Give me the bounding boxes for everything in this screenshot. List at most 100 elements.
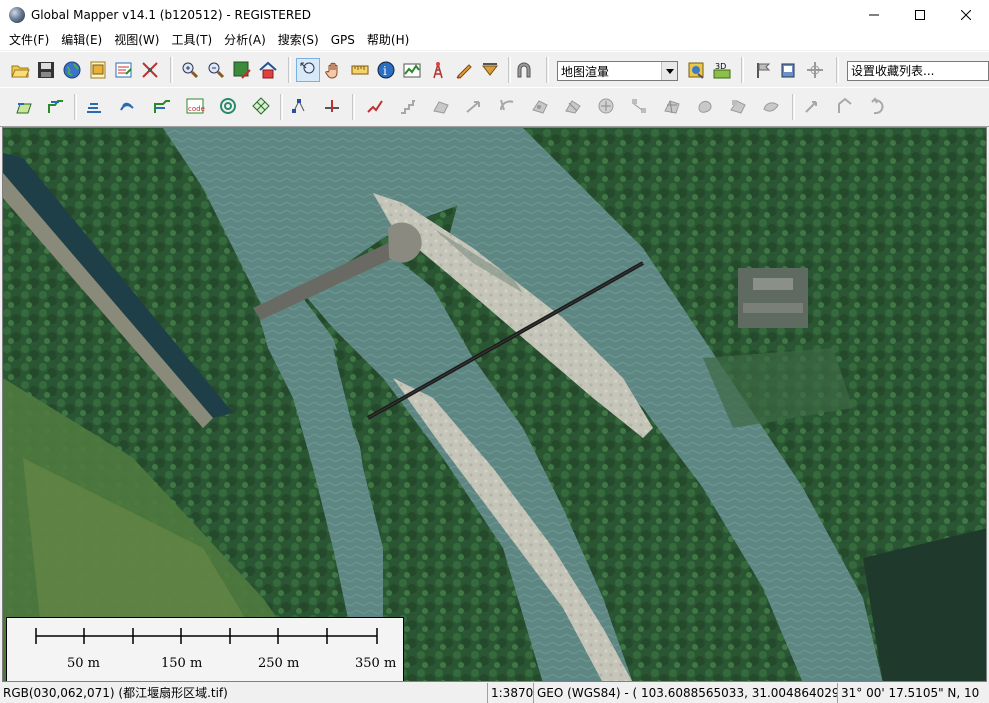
arch-button[interactable] <box>512 58 536 82</box>
filter-icon <box>481 63 499 76</box>
disabled-tool-7[interactable] <box>594 94 618 118</box>
globe-button[interactable] <box>60 58 84 82</box>
scale-bar: 50 m 150 m 250 m 350 m <box>6 617 404 681</box>
disabled-tool-3[interactable] <box>462 94 486 118</box>
menu-gps[interactable]: GPS <box>325 30 361 50</box>
title-bar: Global Mapper v14.1 (b120512) - REGISTER… <box>0 0 989 30</box>
scale-ratio: 1:3870 <box>488 683 534 703</box>
disabled-tool-11[interactable] <box>726 94 750 118</box>
disabled-tool-5[interactable] <box>528 94 552 118</box>
zoom-in-icon <box>182 62 199 79</box>
save-button[interactable] <box>34 58 58 82</box>
toolbar-separator <box>288 57 291 83</box>
toolbar-separator <box>792 94 795 120</box>
scale-label-150: 150 m <box>161 656 203 671</box>
merge-icon <box>532 100 548 114</box>
window-controls <box>851 0 989 30</box>
minimize-button[interactable] <box>851 0 897 30</box>
watershed-button[interactable] <box>115 94 139 118</box>
menu-tools[interactable]: 工具(T) <box>165 30 218 50</box>
zoom-tool-button[interactable] <box>296 58 320 82</box>
crosshair-button[interactable] <box>803 58 827 82</box>
map-catalog-button[interactable] <box>86 58 110 82</box>
menu-file[interactable]: 文件(F) <box>3 30 55 50</box>
create-line-button[interactable] <box>44 94 68 118</box>
flag-button[interactable] <box>751 58 775 82</box>
measure-button[interactable] <box>348 58 372 82</box>
home-button[interactable] <box>256 58 280 82</box>
vertex-button[interactable] <box>287 94 311 118</box>
path-icon <box>367 100 383 113</box>
create-elevation-button[interactable] <box>150 94 174 118</box>
globe-icon <box>63 61 81 79</box>
vertex-icon <box>292 99 305 113</box>
zoom-in-button[interactable] <box>178 58 202 82</box>
digitizer-icon <box>456 64 472 79</box>
full-view-button[interactable] <box>230 58 254 82</box>
zoom-out-button[interactable] <box>204 58 228 82</box>
config-button[interactable] <box>112 58 136 82</box>
toolbar-separator <box>741 57 744 83</box>
disabled-tool-12[interactable] <box>759 94 783 118</box>
info-icon: i <box>377 61 395 79</box>
menu-view[interactable]: 视图(W) <box>108 30 165 50</box>
toolbar-separator <box>352 94 355 120</box>
maximize-button[interactable] <box>897 0 943 30</box>
contour-button[interactable] <box>82 94 106 118</box>
dms-readout: 31° 00' 17.5105" N, 10 <box>841 686 980 700</box>
create-area-button[interactable] <box>12 94 36 118</box>
open-button[interactable] <box>8 58 32 82</box>
svg-text:i: i <box>383 64 387 78</box>
filter-button[interactable] <box>478 58 502 82</box>
menu-search[interactable]: 搜索(S) <box>272 30 325 50</box>
code-icon: code <box>186 98 205 114</box>
cut-icon <box>565 100 581 114</box>
menu-analysis[interactable]: 分析(A) <box>218 30 272 50</box>
radio-tower-button[interactable] <box>426 58 450 82</box>
grid-button[interactable] <box>249 94 273 118</box>
info-button[interactable]: i <box>374 58 398 82</box>
disabled-tool-9[interactable] <box>660 94 684 118</box>
code-button[interactable]: code <box>183 94 207 118</box>
zoom-tool-icon <box>300 62 315 74</box>
path-button[interactable] <box>363 94 387 118</box>
disabled-tool-4[interactable] <box>495 94 519 118</box>
disabled-tool-8[interactable] <box>627 94 651 118</box>
disabled-tool-13[interactable] <box>800 94 824 118</box>
layer-control-button[interactable] <box>684 58 708 82</box>
split-button[interactable] <box>320 94 344 118</box>
digitizer-toolbar: code <box>0 87 989 127</box>
close-button[interactable] <box>943 0 989 30</box>
print-button[interactable] <box>777 58 801 82</box>
toolbar-separator <box>74 94 77 120</box>
digitizer-button[interactable] <box>452 58 476 82</box>
disabled-tool-10[interactable] <box>693 94 717 118</box>
disabled-tool-2[interactable] <box>429 94 453 118</box>
disabled-tool-14[interactable] <box>833 94 857 118</box>
blob-icon <box>698 100 712 113</box>
radio-tower-icon <box>433 62 443 79</box>
full-view-icon <box>233 61 251 79</box>
up-right-icon <box>838 97 852 113</box>
bookmark-dropdown[interactable]: 设置收藏列表... <box>847 61 989 81</box>
tools-button[interactable] <box>138 58 162 82</box>
menu-help[interactable]: 帮助(H) <box>361 30 415 50</box>
rotate-icon <box>500 99 514 111</box>
close-icon <box>961 10 971 20</box>
buffer-button[interactable] <box>216 94 240 118</box>
disabled-tool-6[interactable] <box>561 94 585 118</box>
disabled-tool-1[interactable] <box>396 94 420 118</box>
path-profile-button[interactable] <box>400 58 424 82</box>
nodes-icon <box>632 99 646 113</box>
3d-view-button[interactable]: 3D <box>710 58 734 82</box>
menu-edit[interactable]: 编辑(E) <box>55 30 108 50</box>
map-view[interactable]: 50 m 150 m 250 m 350 m <box>2 127 987 682</box>
pan-button[interactable] <box>322 58 346 82</box>
scale-label-350: 350 m <box>355 656 397 671</box>
status-bar: RGB(030,062,071) (都江堰扇形区域.tif) 1:3870 GE… <box>0 683 989 703</box>
area-shape-icon <box>433 101 449 114</box>
split-icon <box>325 100 339 112</box>
render-mode-select[interactable]: 地图渲暈 <box>557 61 678 81</box>
disabled-tool-15[interactable] <box>866 94 890 118</box>
scale-ruler <box>35 628 378 644</box>
